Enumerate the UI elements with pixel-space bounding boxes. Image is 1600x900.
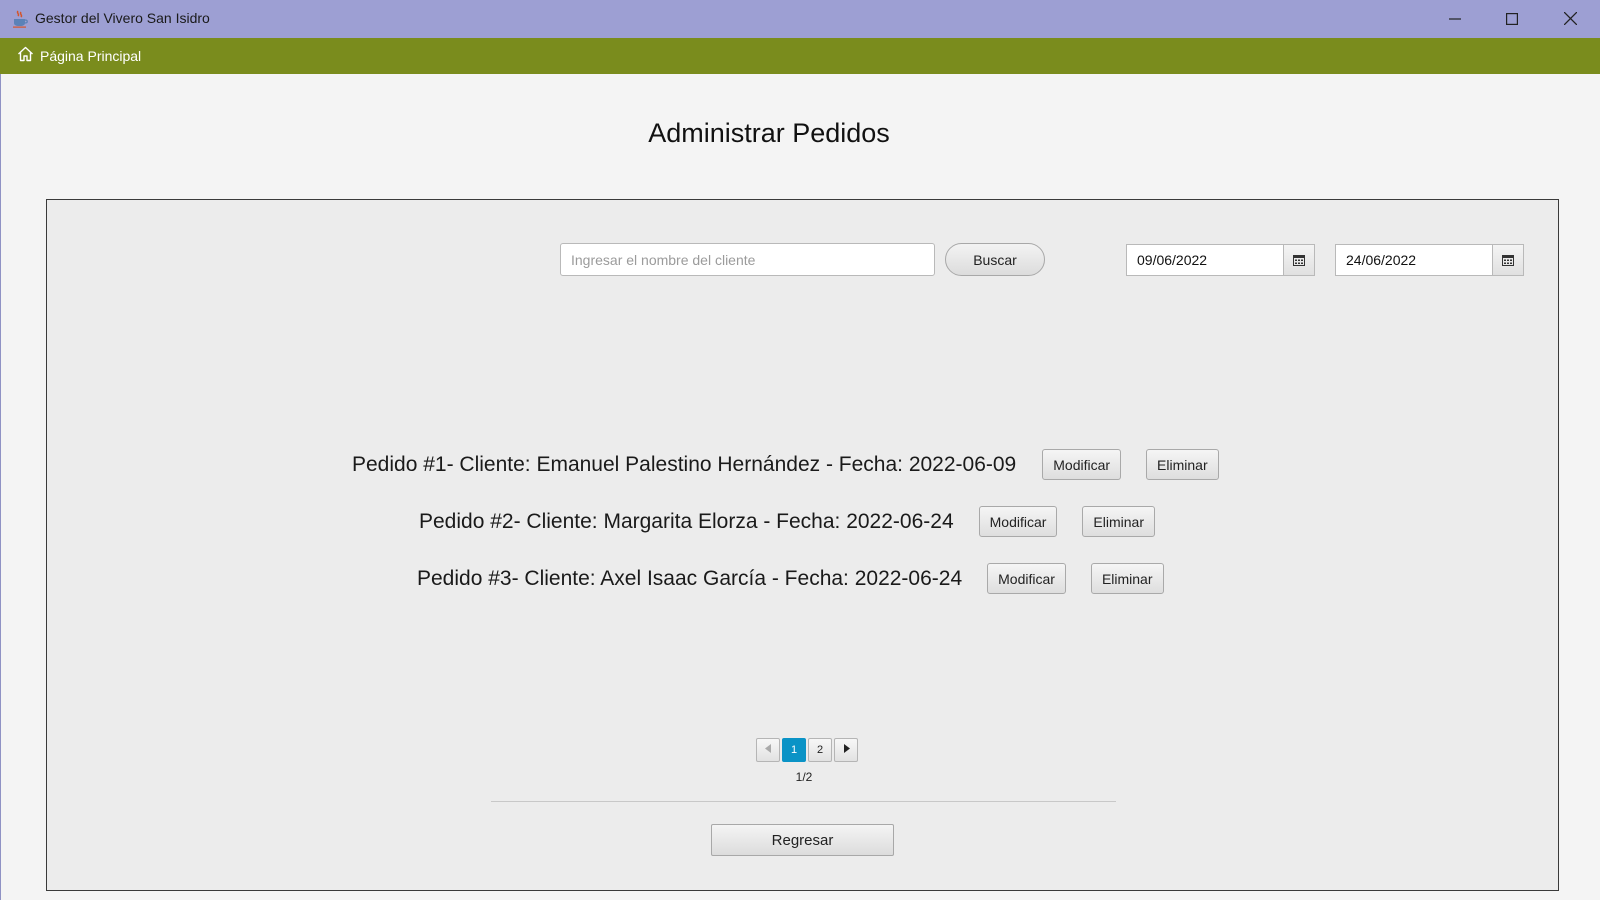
maximize-icon (1506, 10, 1519, 29)
modify-order-button[interactable]: Modificar (978, 506, 1058, 537)
home-menu-label: Página Principal (40, 48, 142, 64)
date-to-picker[interactable]: 24/06/2022 (1335, 244, 1524, 276)
page-counter: 1/2 (795, 770, 813, 784)
order-row: Pedido #2- Cliente: Margarita Elorza - F… (419, 506, 1155, 537)
home-icon (17, 46, 34, 66)
modify-order-button[interactable]: Modificar (987, 563, 1066, 594)
menu-bar: Página Principal (0, 38, 1600, 74)
minimize-button[interactable] (1426, 0, 1484, 38)
order-row: Pedido #3- Cliente: Axel Isaac García - … (417, 563, 1164, 594)
window-title: Gestor del Vivero San Isidro (35, 10, 210, 26)
chevron-right-icon (843, 744, 850, 756)
back-button[interactable]: Regresar (711, 824, 894, 856)
delete-order-button[interactable]: Eliminar (1146, 449, 1219, 480)
divider (491, 801, 1116, 802)
date-from-value[interactable]: 09/06/2022 (1127, 245, 1283, 275)
pagination: 1 2 (756, 738, 858, 762)
java-cup-icon (12, 10, 28, 28)
next-page-button[interactable] (834, 738, 858, 762)
page-button-1[interactable]: 1 (782, 738, 806, 762)
home-menu-item[interactable]: Página Principal (13, 44, 145, 68)
orders-panel (46, 199, 1559, 891)
modify-order-button[interactable]: Modificar (1042, 449, 1122, 480)
window-title-bar[interactable]: Gestor del Vivero San Isidro (0, 0, 1600, 38)
date-from-picker[interactable]: 09/06/2022 (1126, 244, 1315, 276)
calendar-icon (1293, 251, 1305, 270)
calendar-to-button[interactable] (1492, 245, 1523, 275)
close-icon (1563, 10, 1577, 29)
delete-order-button[interactable]: Eliminar (1082, 506, 1155, 537)
close-button[interactable] (1541, 0, 1599, 38)
delete-order-button[interactable]: Eliminar (1090, 563, 1164, 594)
page-button-2[interactable]: 2 (808, 738, 832, 762)
client-search-input[interactable] (560, 243, 935, 276)
calendar-icon (1502, 251, 1514, 270)
order-row: Pedido #1- Cliente: Emanuel Palestino He… (352, 449, 1219, 480)
date-to-value[interactable]: 24/06/2022 (1336, 245, 1492, 275)
page-title: Administrar Pedidos (648, 118, 890, 148)
order-description: Pedido #2- Cliente: Margarita Elorza - F… (419, 509, 954, 533)
maximize-button[interactable] (1483, 0, 1541, 38)
chevron-left-icon (764, 744, 772, 756)
minimize-icon (1449, 10, 1461, 29)
prev-page-button[interactable] (756, 738, 780, 762)
search-button[interactable]: Buscar (945, 243, 1045, 276)
order-description: Pedido #3- Cliente: Axel Isaac García - … (417, 566, 963, 590)
calendar-from-button[interactable] (1283, 245, 1314, 275)
window-left-border (0, 74, 1, 900)
order-description: Pedido #1- Cliente: Emanuel Palestino He… (352, 452, 1017, 476)
